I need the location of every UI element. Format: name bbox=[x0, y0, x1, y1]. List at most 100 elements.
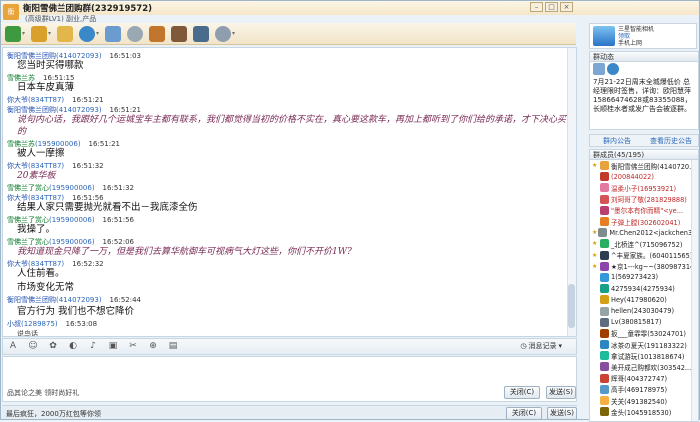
sender-qq[interactable]: (195900006) bbox=[49, 184, 95, 192]
member-item[interactable]: 辉哥(404372747) bbox=[590, 373, 698, 384]
sender-qq[interactable]: (834TT87) bbox=[28, 260, 64, 268]
message-record-button[interactable]: ◷ 消息记录 ▾ bbox=[520, 341, 562, 351]
member-item[interactable]: 子弹上膛(302602041) bbox=[590, 216, 698, 227]
sender-nick[interactable]: 雪佛兰了赏心 bbox=[7, 238, 49, 246]
sender-qq[interactable]: (195900006) bbox=[49, 238, 95, 246]
message-text: 说句内心话，我跟好几个运城宝车主都有联系，我们都觉得当初的价格不实在，真心要这款… bbox=[17, 115, 567, 137]
member-item[interactable]: (200844022) bbox=[590, 171, 698, 182]
sender-nick[interactable]: 雪佛兰了赏心 bbox=[7, 184, 49, 192]
chat-scrollbar[interactable] bbox=[567, 48, 576, 336]
member-item[interactable]: 金头(1045918530) bbox=[590, 406, 698, 417]
member-icon bbox=[592, 274, 599, 281]
sender-nick[interactable]: 衡阳雪佛兰团购 bbox=[7, 52, 56, 60]
member-item[interactable]: 刘珂哥了敬(281829888) bbox=[590, 194, 698, 205]
member-item[interactable]: 关关(491382540) bbox=[590, 395, 698, 406]
toolbar-manage-button[interactable] bbox=[193, 25, 210, 42]
toolbar-film-button[interactable] bbox=[171, 25, 188, 42]
voice-icon[interactable]: ♪ bbox=[87, 341, 99, 352]
member-item[interactable]: ★ 衡阳雪佛兰团购(4140720... bbox=[590, 160, 698, 171]
sender-nick[interactable]: 衡阳雪佛兰团购 bbox=[7, 296, 56, 304]
chat-history[interactable]: 衡阳雪佛兰团购(414072093) 16:51:03 您当时买得哪款 雪佛兰苏 16:… bbox=[2, 47, 577, 337]
member-item[interactable]: hellen(243030479) bbox=[590, 305, 698, 316]
font-icon[interactable]: A bbox=[7, 341, 19, 352]
sender-nick[interactable]: 雪佛兰苏 bbox=[7, 140, 35, 148]
status-text[interactable]: 最后疯狂，2000万红包等你领 bbox=[6, 409, 101, 419]
message-text: 日本车皮真薄 bbox=[17, 82, 75, 93]
ad-banner[interactable]: 三星智能相机 领取 手机上网 bbox=[589, 23, 697, 49]
toolbar-settings-button[interactable]: ▾ bbox=[215, 25, 236, 42]
close-button-2[interactable]: 关闭(C) bbox=[506, 407, 542, 420]
sender-nick[interactable]: 你大爷 bbox=[7, 194, 28, 202]
member-scrollbar[interactable] bbox=[691, 160, 698, 421]
member-item[interactable]: ★ ^丰夏家族。(604011565) bbox=[590, 250, 698, 261]
toolbar-music-button[interactable] bbox=[149, 25, 166, 42]
toolbar-folder-button[interactable] bbox=[57, 25, 74, 42]
send-button-2[interactable]: 发送(S) bbox=[547, 407, 577, 420]
sender-nick[interactable]: 小叔 bbox=[7, 320, 21, 328]
sender-qq[interactable]: (834TT87) bbox=[28, 194, 64, 202]
toolbar-video-button[interactable] bbox=[127, 25, 144, 42]
image-icon[interactable]: ▣ bbox=[107, 341, 119, 352]
shake-icon[interactable]: ◐ bbox=[67, 341, 79, 352]
refresh-icon[interactable] bbox=[607, 63, 619, 75]
sender-nick[interactable]: 你大爷 bbox=[7, 260, 28, 268]
toolbar-photo-button[interactable] bbox=[105, 25, 122, 42]
sender-nick[interactable]: 雪佛兰苏 bbox=[7, 74, 35, 82]
message-text: 您当时买得哪款 bbox=[17, 60, 84, 71]
sender-nick[interactable]: 你大爷 bbox=[7, 96, 28, 104]
member-item[interactable]: 1(569273423) bbox=[590, 272, 698, 283]
member-item[interactable]: 高手(469178975) bbox=[590, 384, 698, 395]
sender-qq[interactable]: (414072093) bbox=[56, 52, 102, 60]
sender-qq[interactable]: (834TT87) bbox=[28, 96, 64, 104]
member-item[interactable]: ★ Mr.Chen2012<jackchen365... bbox=[590, 227, 698, 238]
more-icon[interactable]: ⊕ bbox=[147, 341, 159, 352]
message-text: 结果人家只需要抛光就看不出－我底漆全伤 bbox=[17, 202, 198, 213]
toolbar-contacts-button[interactable]: ▾ bbox=[5, 25, 25, 42]
close-icon[interactable]: × bbox=[560, 2, 573, 12]
tab-history-notice[interactable]: 查看历史公告 bbox=[644, 135, 698, 146]
chat-toolbar: ▾ ▾ ▾ ▾ bbox=[1, 23, 576, 45]
member-item[interactable]: 扳___童霏霏(53024701) bbox=[590, 328, 698, 339]
sender-qq[interactable]: (414072093) bbox=[56, 296, 102, 304]
toolbar-share-button[interactable]: ▾ bbox=[79, 25, 99, 42]
magic-emoji-icon[interactable]: ✿ bbox=[47, 341, 59, 352]
chevron-down-icon: ▾ bbox=[558, 342, 562, 350]
input-ad-link[interactable]: 品其论之美 领时尚好礼 bbox=[7, 388, 79, 398]
member-item[interactable]: 4275934(4275934) bbox=[590, 283, 698, 294]
sender-qq[interactable]: (834TT87) bbox=[28, 162, 64, 170]
sender-qq[interactable]: (1289875) bbox=[21, 320, 58, 328]
member-item[interactable]: "墨尔本有你而精"<ye... bbox=[590, 205, 698, 216]
member-list[interactable]: ★ 衡阳雪佛兰团购(4140720... (200844022) 温柔小子(16953… bbox=[589, 160, 699, 422]
tab-group-notice[interactable]: 群内公告 bbox=[590, 135, 644, 146]
minimize-icon[interactable]: – bbox=[530, 2, 543, 12]
screenshot-icon[interactable]: ✂ bbox=[127, 341, 139, 352]
member-item[interactable]: ★ _北桥连^(715096752) bbox=[590, 238, 698, 249]
send-file-icon[interactable]: ▤ bbox=[167, 341, 179, 352]
member-item[interactable]: Hey(417980620) bbox=[590, 294, 698, 305]
sender-nick[interactable]: 雪佛兰了赏心 bbox=[7, 216, 49, 224]
message-input[interactable]: 品其论之美 领时尚好礼 bbox=[2, 356, 577, 402]
member-item[interactable]: 拿试游玩(1013818674) bbox=[590, 350, 698, 361]
message-header: 衡阳雪佛兰团购(414072093) 16:51:21 bbox=[7, 106, 572, 114]
toolbar-apps-button[interactable]: ▾ bbox=[31, 25, 51, 42]
member-item[interactable]: 温柔小子(16953921) bbox=[590, 182, 698, 193]
sender-qq[interactable]: (414072093) bbox=[56, 106, 102, 114]
maximize-icon[interactable]: □ bbox=[545, 2, 558, 12]
close-button[interactable]: 关闭(C) bbox=[504, 386, 540, 399]
sender-nick[interactable]: 衡阳雪佛兰团购 bbox=[7, 106, 56, 114]
sender-qq[interactable]: (195900006) bbox=[35, 140, 81, 148]
scroll-thumb[interactable] bbox=[568, 284, 575, 328]
sender-nick[interactable]: 你大爷 bbox=[7, 162, 28, 170]
member-item[interactable]: 冰茶の夏天(191183322) bbox=[590, 339, 698, 350]
member-item[interactable]: Lv(380815817) bbox=[590, 317, 698, 328]
group-avatar[interactable]: 衡 bbox=[3, 4, 19, 20]
member-name: Lv(380815817) bbox=[611, 318, 662, 327]
send-button[interactable]: 发送(S) bbox=[546, 386, 576, 399]
chevron-down-icon: ▾ bbox=[232, 30, 236, 37]
member-item[interactable]: ★ ★京1---kg~~(380987314) bbox=[590, 261, 698, 272]
emoji-icon[interactable]: ☺ bbox=[27, 341, 39, 352]
sender-qq[interactable]: (195900006) bbox=[49, 216, 95, 224]
share-icon[interactable] bbox=[593, 63, 605, 75]
member-avatar bbox=[600, 272, 609, 282]
member-item[interactable]: 美开成己购都欢(303542... bbox=[590, 361, 698, 372]
